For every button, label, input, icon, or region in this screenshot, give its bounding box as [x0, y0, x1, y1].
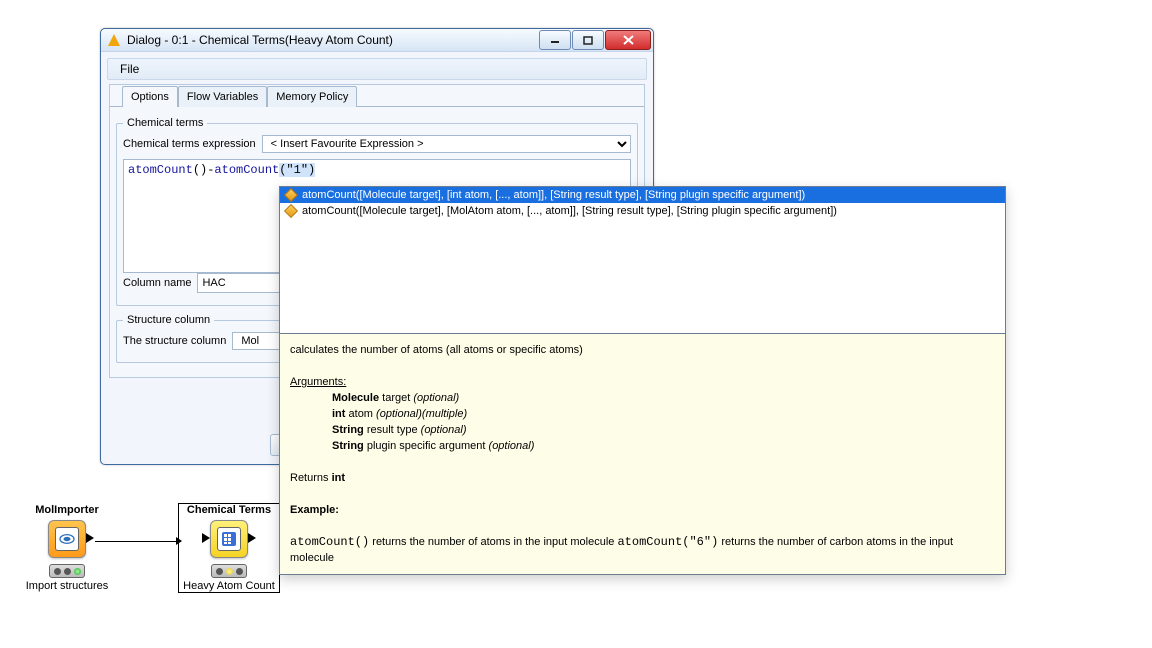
node-subtitle: Heavy Atom Count [179, 580, 279, 592]
doc-returns: Returns int [290, 470, 995, 486]
node-icon [48, 520, 86, 558]
node-title: Chemical Terms [179, 504, 279, 516]
tab-flow-variables[interactable]: Flow Variables [178, 86, 267, 107]
doc-arguments-label: Arguments: [290, 376, 346, 388]
tab-options[interactable]: Options [122, 86, 178, 107]
node-subtitle: Import structures [17, 580, 117, 592]
doc-example-label: Example: [290, 504, 339, 516]
node-status [211, 564, 247, 578]
autocomplete-item[interactable]: atomCount([Molecule target], [int atom, … [280, 187, 1005, 203]
node-status [49, 564, 85, 578]
doc-argument: String result type (optional) [290, 422, 995, 438]
autocomplete-item-text: atomCount([Molecule target], [int atom, … [302, 189, 805, 201]
autocomplete-item-text: atomCount([Molecule target], [MolAtom at… [302, 205, 837, 217]
window-controls [538, 30, 651, 50]
minimize-button[interactable] [539, 30, 571, 50]
maximize-button[interactable] [572, 30, 604, 50]
doc-argument: String plugin specific argument (optiona… [290, 438, 995, 454]
tab-strip: Options Flow Variables Memory Policy [110, 85, 644, 106]
menu-bar: File [107, 58, 647, 80]
input-port[interactable] [202, 533, 210, 543]
label-structure-column: The structure column [123, 335, 226, 347]
menu-file[interactable]: File [114, 60, 145, 78]
node-chemical-terms[interactable]: Chemical Terms Heavy Atom Count [179, 504, 279, 592]
node-icon [210, 520, 248, 558]
autocomplete-item[interactable]: atomCount([Molecule target], [MolAtom at… [280, 203, 1005, 219]
label-expression: Chemical terms expression [123, 138, 256, 150]
expression-dropdown[interactable]: < Insert Favourite Expression > [262, 135, 631, 153]
legend-chemical-terms: Chemical terms [123, 117, 207, 129]
autocomplete-list: atomCount([Molecule target], [int atom, … [280, 187, 1005, 333]
function-icon [284, 204, 298, 218]
node-molimporter[interactable]: MolImporter Import structures [17, 504, 117, 592]
legend-structure-column: Structure column [123, 314, 214, 326]
autocomplete-popup: atomCount([Molecule target], [int atom, … [279, 186, 1006, 575]
node-title: MolImporter [17, 504, 117, 516]
app-icon [107, 33, 121, 47]
function-icon [284, 188, 298, 202]
doc-example: atomCount() returns the number of atoms … [290, 534, 995, 566]
autocomplete-doc: calculates the number of atoms (all atom… [280, 333, 1005, 574]
output-port[interactable] [248, 533, 256, 543]
output-port[interactable] [86, 533, 94, 543]
edge[interactable] [95, 541, 181, 542]
doc-argument: int atom (optional)(multiple) [290, 406, 995, 422]
title-bar[interactable]: Dialog - 0:1 - Chemical Terms(Heavy Atom… [101, 29, 653, 52]
doc-summary: calculates the number of atoms (all atom… [290, 342, 995, 358]
tab-memory-policy[interactable]: Memory Policy [267, 86, 357, 107]
workflow-canvas[interactable]: MolImporter Import structures Chemical T… [17, 504, 317, 624]
window-title: Dialog - 0:1 - Chemical Terms(Heavy Atom… [127, 33, 538, 47]
label-column-name: Column name [123, 277, 191, 289]
close-button[interactable] [605, 30, 651, 50]
doc-argument: Molecule target (optional) [290, 390, 995, 406]
